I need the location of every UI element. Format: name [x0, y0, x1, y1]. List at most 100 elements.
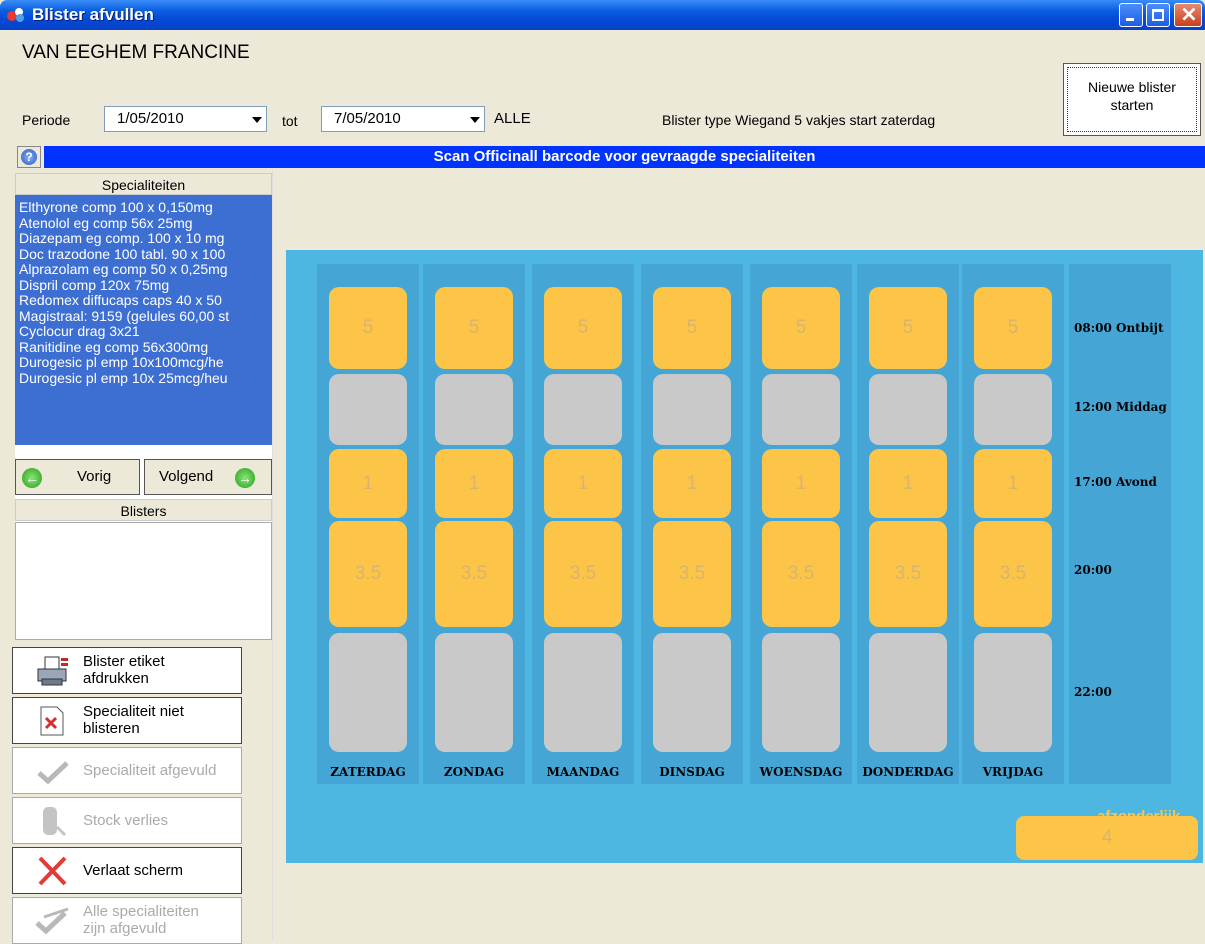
specialiteit-list-item[interactable]: Ranitidine eg comp 56x300mg	[15, 339, 272, 355]
time-label: 12:00 Middag	[1074, 400, 1167, 414]
new-blister-label-line1: Nieuwe blister	[1088, 79, 1176, 95]
stock-verlies-button[interactable]: Stock verlies	[12, 797, 242, 844]
blister-slot[interactable]: 3.5	[653, 521, 731, 627]
niet-blisteren-label: Specialiteit niet blisteren	[83, 703, 184, 737]
blister-slot[interactable]	[435, 633, 513, 752]
afzonderlijk-slot[interactable]: 4	[1016, 816, 1198, 860]
blister-slot[interactable]: 3.5	[544, 521, 622, 627]
blister-slot[interactable]: 5	[869, 287, 947, 369]
blister-slot[interactable]	[974, 633, 1052, 752]
new-blister-button[interactable]: Nieuwe blister starten	[1063, 63, 1201, 136]
blister-slot[interactable]: 5	[762, 287, 840, 369]
time-label: 17:00 Avond	[1074, 475, 1157, 489]
blister-slot[interactable]	[435, 374, 513, 445]
blister-slot[interactable]	[329, 374, 407, 445]
blister-etiket-button[interactable]: Blister etiket afdrukken	[12, 647, 242, 694]
alle-afgevuld-label: Alle specialiteiten zijn afgevuld	[83, 903, 199, 937]
blister-slot[interactable]	[544, 374, 622, 445]
vorig-label: Vorig	[77, 468, 112, 485]
chevron-down-icon[interactable]	[252, 117, 262, 123]
specialiteit-list-item[interactable]: Dispril comp 120x 75mg	[15, 277, 272, 293]
specialiteit-list-item[interactable]: Atenolol eg comp 56x 25mg	[15, 215, 272, 231]
day-label: DONDERDAG	[862, 765, 954, 779]
blister-slot[interactable]	[653, 374, 731, 445]
afgevuld-label: Specialiteit afgevuld	[83, 762, 217, 779]
niet-blisteren-label-line2: blisteren	[83, 720, 140, 737]
help-icon: ?	[21, 149, 37, 165]
blister-slot[interactable]: 1	[544, 449, 622, 518]
printer-icon	[37, 656, 68, 686]
verlaat-scherm-button[interactable]: Verlaat scherm	[12, 847, 242, 894]
specialiteit-list-item[interactable]: Redomex diffucaps caps 40 x 50	[15, 293, 272, 309]
blister-slot[interactable]: 1	[435, 449, 513, 518]
vorig-button[interactable]: ← Vorig	[15, 459, 140, 495]
specialiteit-afgevuld-button[interactable]: Specialiteit afgevuld	[12, 747, 242, 794]
day-label: VRIJDAG	[982, 765, 1044, 779]
blister-slot[interactable]	[329, 633, 407, 752]
help-button[interactable]: ?	[17, 146, 41, 168]
blisters-list[interactable]	[15, 522, 272, 640]
specialiteit-list-item[interactable]: Magistraal: 9159 (gelules 60,00 st	[15, 308, 272, 324]
blister-slot[interactable]	[762, 374, 840, 445]
blister-slot[interactable]: 5	[435, 287, 513, 369]
specialiteit-niet-blisteren-button[interactable]: Specialiteit niet blisteren	[12, 697, 242, 744]
arrow-left-icon: ←	[22, 468, 42, 488]
blister-slot[interactable]	[869, 633, 947, 752]
blister-slot[interactable]: 5	[974, 287, 1052, 369]
blister-slot[interactable]: 3.5	[974, 521, 1052, 627]
blister-slot[interactable]	[974, 374, 1052, 445]
day-label: DINSDAG	[659, 765, 725, 779]
specialiteiten-items: Elthyrone comp 100 x 0,150mg Atenolol eg …	[15, 200, 272, 386]
arrow-right-icon: →	[235, 468, 255, 488]
day-label: ZONDAG	[443, 765, 505, 779]
blister-slot[interactable]: 5	[544, 287, 622, 369]
blister-slot[interactable]: 3.5	[435, 521, 513, 627]
specialiteit-list-item[interactable]: Alprazolam eg comp 50 x 0,25mg	[15, 262, 272, 278]
blister-slot[interactable]: 1	[329, 449, 407, 518]
volgend-label: Volgend	[159, 468, 214, 485]
maximize-button[interactable]	[1146, 3, 1170, 27]
volgend-button[interactable]: Volgend →	[144, 459, 272, 495]
time-column	[1069, 264, 1171, 784]
blister-slot[interactable]: 1	[974, 449, 1052, 518]
blister-slot[interactable]: 3.5	[762, 521, 840, 627]
date-from-value: 1/05/2010	[117, 110, 184, 127]
blister-slot[interactable]: 5	[329, 287, 407, 369]
alle-afgevuld-button[interactable]: Alle specialiteiten zijn afgevuld	[12, 897, 242, 944]
blisters-header: Blisters	[15, 499, 272, 521]
time-label: 20:00	[1074, 563, 1112, 577]
specialiteit-list-item[interactable]: Elthyrone comp 100 x 0,150mg	[15, 200, 272, 216]
document-x-icon	[40, 706, 64, 736]
specialiteit-list-item[interactable]: Durogesic pl emp 10x100mcg/he	[15, 355, 272, 371]
alle-afgevuld-label-line1: Alle specialiteiten	[83, 903, 199, 920]
alle-label: ALLE	[494, 110, 531, 127]
specialiteit-list-item[interactable]: Cyclocur drag 3x21	[15, 324, 272, 340]
close-x-icon	[38, 856, 67, 886]
blister-slot[interactable]	[653, 633, 731, 752]
blister-slot[interactable]: 3.5	[869, 521, 947, 627]
time-label: 22:00	[1074, 685, 1112, 699]
chevron-down-icon[interactable]	[470, 117, 480, 123]
blister-slot[interactable]: 1	[653, 449, 731, 518]
close-icon	[1182, 7, 1196, 21]
close-button[interactable]	[1174, 3, 1202, 27]
day-label: MAANDAG	[546, 765, 620, 779]
blister-slot[interactable]: 5	[653, 287, 731, 369]
specialiteit-list-item[interactable]: Diazepam eg comp. 100 x 10 mg	[15, 231, 272, 247]
niet-blisteren-label-line1: Specialiteit niet	[83, 703, 184, 720]
blister-slot[interactable]: 1	[762, 449, 840, 518]
date-to-value: 7/05/2010	[334, 110, 401, 127]
blister-slot[interactable]: 1	[869, 449, 947, 518]
specialiteiten-header: Specialiteiten	[15, 173, 272, 195]
date-to-select[interactable]: 7/05/2010	[321, 106, 485, 132]
blister-slot[interactable]	[762, 633, 840, 752]
specialiteit-list-item[interactable]: Durogesic pl emp 10x 25mcg/heu	[15, 370, 272, 386]
date-from-select[interactable]: 1/05/2010	[104, 106, 267, 132]
day-label: ZATERDAG	[330, 765, 406, 779]
blister-slot[interactable]	[544, 633, 622, 752]
minimize-button[interactable]	[1119, 3, 1143, 27]
blister-slot[interactable]: 3.5	[329, 521, 407, 627]
specialiteit-list-item[interactable]: Doc trazodone 100 tabl. 90 x 100	[15, 246, 272, 262]
blister-slot[interactable]	[869, 374, 947, 445]
blister-type-label: Blister type Wiegand 5 vakjes start zate…	[662, 112, 936, 128]
